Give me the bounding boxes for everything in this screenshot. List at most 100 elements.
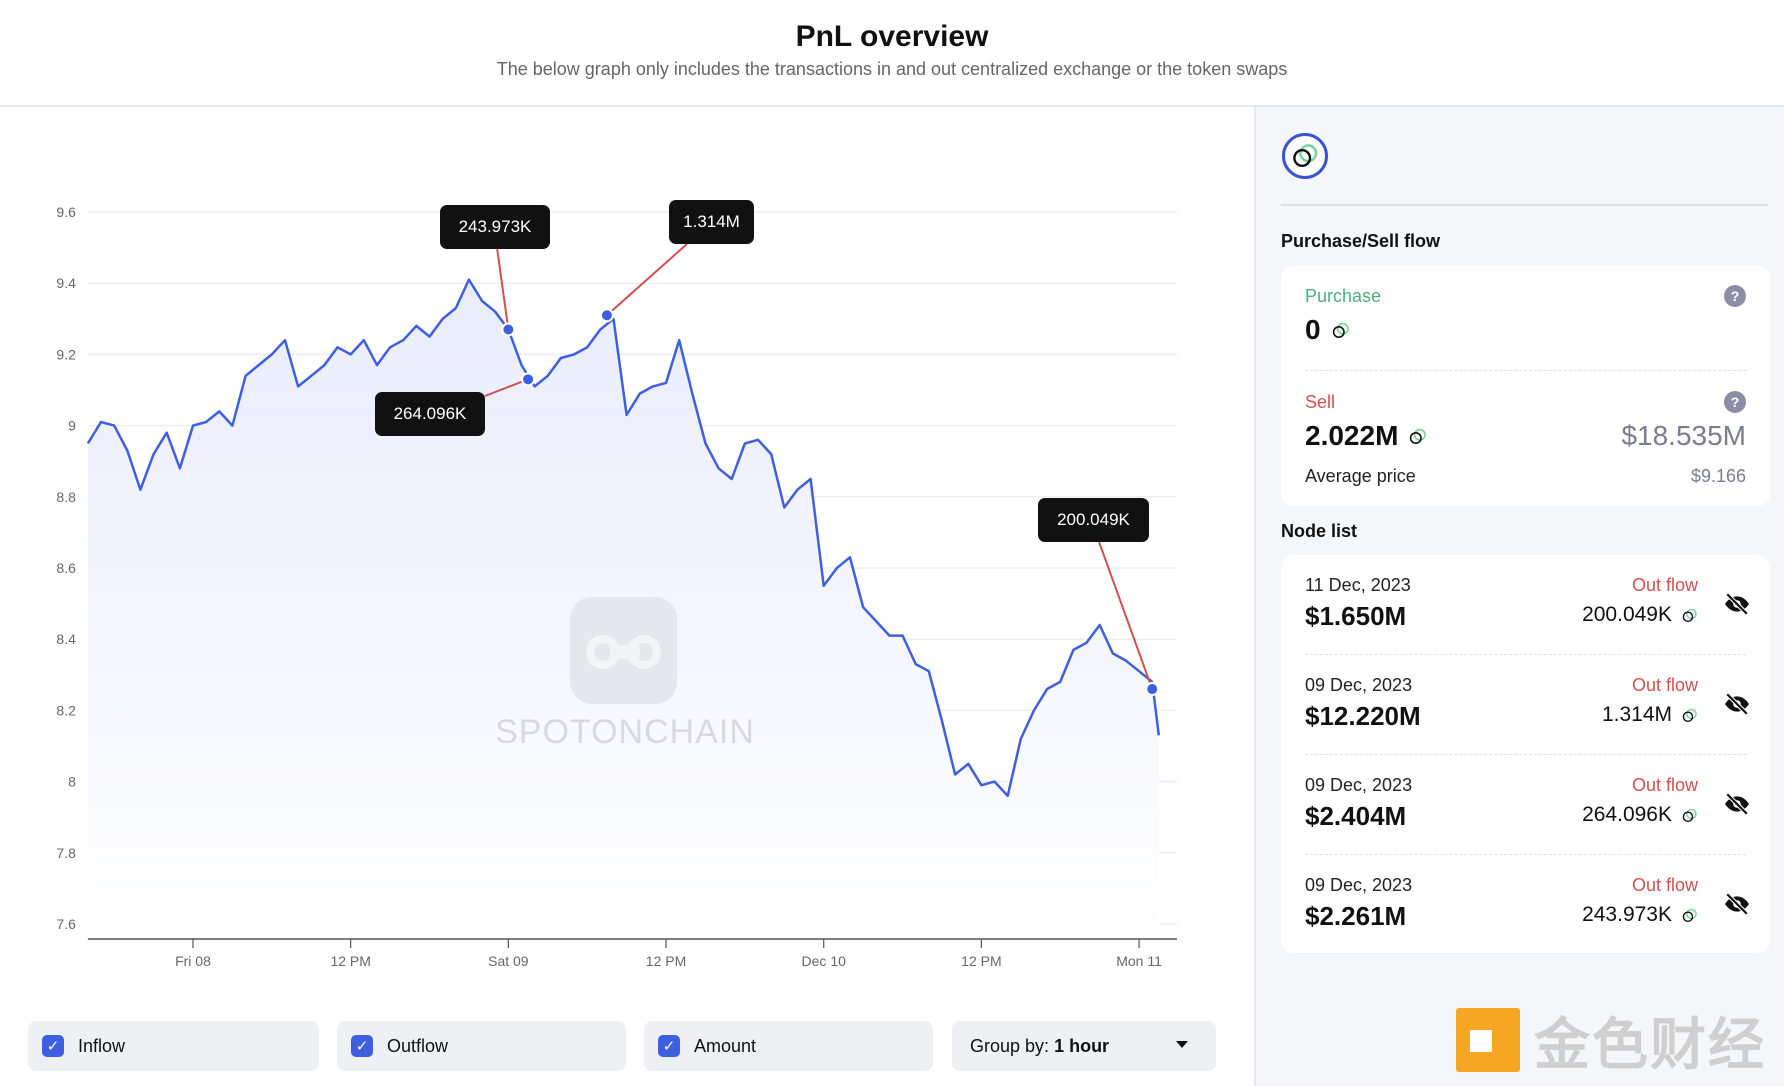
node-amount-value: 200.049K [1582,603,1672,626]
jinse-logo-icon [1456,1008,1520,1072]
token-icon [1410,428,1427,445]
help-icon[interactable]: ? [1724,285,1746,307]
eye-off-icon[interactable] [1724,891,1750,917]
token-icon [1332,322,1349,339]
side-panel: Purchase/Sell flow Purchase ? 0 Sell ? 2… [1254,107,1784,1086]
token-icon [1682,608,1697,622]
sell-amount: 2.022M [1305,420,1427,452]
y-tick-label: 7.8 [56,845,76,861]
y-tick-label: 8.6 [56,560,76,576]
inflow-checkbox[interactable]: ✓ Inflow [28,1021,319,1071]
node-usd: $2.404M [1305,801,1407,831]
amount-checkbox[interactable]: ✓ Amount [644,1021,933,1071]
token-icon [1682,908,1697,922]
checkbox-checked-icon[interactable]: ✓ [658,1035,680,1057]
token-icon [1682,708,1697,722]
node-date: 09 Dec, 2023 [1305,675,1413,695]
y-tick-label: 7.6 [56,916,76,932]
transaction-tooltip[interactable]: 200.049K [1038,498,1149,542]
y-tick-label: 9.4 [56,275,76,291]
node-flow-type: Out flow [1631,675,1698,695]
average-price-label: Average price [1305,466,1416,486]
token-logo-icon [1282,133,1328,179]
node-list-title: Node list [1281,521,1358,541]
y-tick-label: 9 [68,418,76,434]
node-date: 11 Dec, 2023 [1305,575,1411,595]
sell-usd: $18.535M [1621,420,1746,451]
node-date: 09 Dec, 2023 [1305,875,1413,895]
page-title: PnL overview [795,20,989,53]
x-tick-label: 12 PM [330,953,370,969]
node-amount: 264.096K [1582,803,1698,827]
eye-off-icon[interactable] [1724,691,1750,717]
node-date: 09 Dec, 2023 [1305,775,1413,795]
purchase-amount: 0 [1305,314,1349,346]
checkbox-checked-icon[interactable]: ✓ [42,1035,64,1057]
node-amount: 243.973K [1582,903,1698,927]
inflow-label: Inflow [78,1035,126,1056]
page-header: PnL overview The below graph only includ… [0,0,1784,107]
node-list-item[interactable]: 09 Dec, 2023 $2.404M Out flow 264.096K [1281,755,1770,855]
node-flow-type: Out flow [1631,575,1698,595]
divider [1305,370,1746,371]
node-amount: 200.049K [1582,603,1698,627]
amount-label: Amount [694,1035,757,1056]
x-tick-label: 12 PM [961,953,1001,969]
x-tick-label: Sat 09 [488,953,529,969]
chart-panel: 9.6 9.4 9.2 9 8.8 8.6 8.4 8.2 8 7.8 7.6 Fri 08 12 PM… [0,107,1254,1086]
node-list-item[interactable]: 09 Dec, 2023 $2.261M Out flow 243.973K [1281,855,1770,955]
node-list-item[interactable]: 11 Dec, 2023 $1.650M Out flow 200.049K [1281,555,1770,655]
average-price-value: $9.166 [1690,466,1746,486]
y-tick-label: 8.2 [56,702,76,718]
node-usd: $12.220M [1305,701,1421,731]
node-flow-type: Out flow [1631,875,1698,895]
transaction-tooltip[interactable]: 243.973K [440,205,550,249]
token-icon [1682,808,1697,822]
checkbox-checked-icon[interactable]: ✓ [351,1035,373,1057]
group-by-select[interactable]: Group by: 1 hour [952,1021,1216,1071]
jinse-logo-text: 金色财经 [1534,1012,1766,1076]
node-usd: $1.650M [1305,601,1407,631]
eye-off-icon[interactable] [1724,791,1750,817]
eye-off-icon[interactable] [1724,591,1750,617]
transaction-point [521,372,536,387]
x-tick-label: Dec 10 [802,953,847,969]
node-amount: 1.314M [1602,703,1698,727]
caret-down-icon [1176,1041,1188,1048]
node-amount-value: 264.096K [1582,803,1672,826]
jinse-logo: 金色财经 [1456,1005,1766,1076]
transaction-tooltip[interactable]: 264.096K [375,392,485,436]
sell-value: 2.022M [1305,420,1399,451]
node-list-item[interactable]: 09 Dec, 2023 $12.220M Out flow 1.314M [1281,655,1770,755]
outflow-checkbox[interactable]: ✓ Outflow [337,1021,626,1071]
sell-label: Sell [1305,392,1336,412]
transaction-tooltip[interactable]: 1.314M [669,200,754,244]
x-tick-label: Mon 11 [1116,953,1162,969]
group-by-value: 1 hour [1054,1035,1110,1056]
x-tick-label: Fri 08 [175,953,211,969]
price-chart[interactable]: 9.6 9.4 9.2 9 8.8 8.6 8.4 8.2 8 7.8 7.6 Fri 08 12 PM… [0,107,1254,1086]
outflow-label: Outflow [387,1035,449,1056]
group-by-label: Group by: [970,1035,1050,1056]
node-list: 11 Dec, 2023 $1.650M Out flow 200.049K 0… [1281,555,1770,953]
purchase-sell-card: Purchase ? 0 Sell ? 2.022M $18.535M Aver… [1281,266,1770,506]
purchase-value: 0 [1305,314,1321,345]
purchase-sell-title: Purchase/Sell flow [1281,231,1441,251]
node-usd: $2.261M [1305,901,1407,931]
y-tick-label: 9.6 [56,204,76,220]
purchase-label: Purchase [1305,286,1382,306]
transaction-point [501,322,516,337]
y-tick-label: 8.4 [56,631,76,647]
node-flow-type: Out flow [1631,775,1698,795]
help-icon[interactable]: ? [1724,391,1746,413]
price-area [87,279,1159,939]
transaction-point [1145,682,1160,697]
transaction-point [599,308,614,323]
page-subtitle: The below graph only includes the transa… [496,59,1288,79]
x-tick-label: 12 PM [646,953,686,969]
node-amount-value: 1.314M [1601,703,1672,726]
y-tick-label: 8.8 [56,489,76,505]
y-tick-label: 9.2 [56,346,76,362]
y-tick-label: 8 [68,774,76,790]
divider [1281,204,1768,206]
